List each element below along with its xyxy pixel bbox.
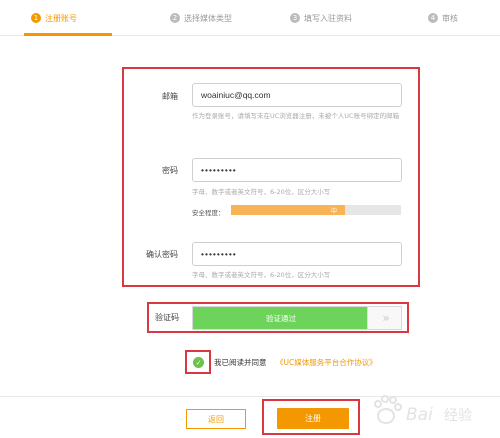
email-hint: 作为登录账号，请填写未在UC浏览器注册，未被个人UC账号绑定的邮箱 [192, 112, 400, 120]
password-field[interactable]: ••••••••• [192, 158, 402, 182]
email-label: 邮箱 [162, 92, 178, 101]
step-number-badge: 1 [31, 13, 41, 23]
captcha-status: 验证通过 [193, 307, 369, 329]
step-number-badge: 3 [290, 13, 300, 23]
back-button[interactable]: 返回 [186, 409, 246, 429]
step-label: 注册账号 [45, 13, 77, 23]
baidu-watermark-logo: Bai 经验 [374, 395, 472, 425]
register-button[interactable]: 注册 [277, 408, 349, 429]
step-label: 选择媒体类型 [184, 13, 232, 23]
agreement-link[interactable]: 《UC媒体服务平台合作协议》 [276, 357, 377, 368]
captcha-label: 验证码 [155, 313, 179, 322]
slider-handle-icon[interactable]: » [367, 307, 401, 329]
step-number-badge: 4 [428, 13, 438, 23]
step-label: 审核 [442, 13, 458, 23]
svg-text:经验: 经验 [444, 408, 472, 424]
strength-level-text: 中 [331, 207, 338, 215]
confirm-password-field[interactable]: ••••••••• [192, 242, 402, 266]
step-register-account: 1 注册账号 [31, 0, 77, 36]
check-icon: ✓ [195, 358, 202, 367]
strength-label: 安全程度： [192, 209, 225, 217]
agreement-text: 我已阅读并同意 [214, 358, 267, 367]
confirm-password-label: 确认密码 [146, 250, 178, 259]
step-number-badge: 2 [170, 13, 180, 23]
password-strength-meter: 中 [231, 205, 401, 215]
password-label: 密码 [162, 166, 178, 175]
step-fill-profile: 3 填写入驻资料 [290, 0, 352, 36]
step-choose-media-type: 2 选择媒体类型 [170, 0, 232, 36]
email-field[interactable]: woainiuc@qq.com [192, 83, 402, 107]
confirm-password-hint: 字母、数字或者英文符号，6-20位，区分大小写 [192, 271, 331, 279]
active-step-underline [24, 33, 112, 36]
step-label: 填写入驻资料 [304, 13, 352, 23]
password-hint: 字母、数字或者英文符号，6-20位，区分大小写 [192, 188, 331, 196]
strength-fill [231, 205, 345, 215]
step-review: 4 审核 [428, 0, 458, 36]
agree-checkbox[interactable]: ✓ [193, 357, 204, 368]
steps-bar: 1 注册账号 2 选择媒体类型 3 填写入驻资料 4 审核 [0, 0, 500, 36]
svg-text:Bai: Bai [406, 405, 433, 425]
captcha-slider[interactable]: 验证通过 » [192, 306, 402, 330]
